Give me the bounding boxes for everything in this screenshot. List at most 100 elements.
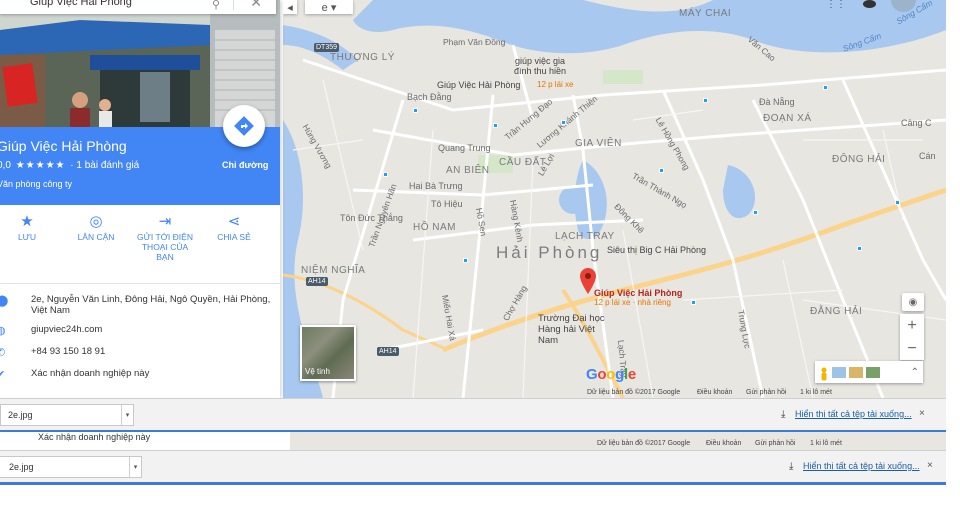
- zoom-control: + −: [900, 314, 924, 360]
- layer-terrain-icon[interactable]: [866, 366, 880, 378]
- save-label: LƯU: [17, 232, 37, 242]
- action-bar: ★ LƯU ◎ LÂN CẬN ⇥ GỬI TỚI ĐIỆN THOẠI CỦA…: [0, 212, 280, 276]
- directions-button[interactable]: [223, 105, 265, 147]
- search-input[interactable]: Giúp Việc Hải Phòng: [30, 0, 132, 8]
- district-label: LẠCH TRAY: [555, 231, 615, 242]
- bus-stop-icon: [823, 85, 828, 90]
- close-downloads-button[interactable]: ×: [927, 460, 933, 471]
- save-button[interactable]: ★ LƯU: [0, 212, 59, 242]
- terms-link: Điều khoản: [706, 440, 742, 447]
- street-label: Cảng C: [901, 118, 932, 128]
- bus-stop-icon: [463, 258, 468, 263]
- place-type[interactable]: Văn phòng công ty: [0, 179, 72, 189]
- street-label: Tôn Đức Thắng: [340, 213, 403, 223]
- phone-row[interactable]: ✆ +84 93 150 18 91: [0, 344, 280, 366]
- chevron-down-icon[interactable]: ▾: [129, 457, 141, 477]
- bus-stop-icon: [895, 200, 900, 205]
- account-avatar[interactable]: [863, 0, 876, 8]
- terms-link[interactable]: Điều khoản: [697, 389, 732, 396]
- expand-layers-icon[interactable]: ⌃: [911, 367, 919, 378]
- page-margin: [946, 0, 960, 520]
- zoom-out-button[interactable]: −: [900, 337, 924, 360]
- poi-label[interactable]: giúp việc gia đình thu hiền: [505, 56, 575, 76]
- send-to-phone-label: GỬI TỚI ĐIỆN THOẠI CỦA BẠN: [137, 232, 193, 262]
- map-attribution: Dữ liệu bản đồ ©2017 Google: [587, 389, 681, 396]
- show-all-downloads-link[interactable]: Hiển thị tất cả tệp tải xuống...: [803, 461, 920, 471]
- layer-traffic-icon[interactable]: [849, 366, 863, 378]
- my-location-button[interactable]: ◉: [902, 293, 924, 311]
- review-count-link[interactable]: · 1 bài đánh giá: [70, 160, 139, 171]
- district-label: ĐẰNG HẢI: [810, 306, 863, 317]
- road-shield: AH14: [306, 277, 328, 286]
- bus-stop-icon: [493, 123, 498, 128]
- poi-label[interactable]: Giúp Việc Hải Phòng: [437, 80, 520, 90]
- map-canvas[interactable]: ◂ e ▾ ⋮⋮ DT359 AH14 AH14 Sông Cấm Sông C…: [283, 0, 946, 398]
- send-to-phone-button[interactable]: ⇥ GỬI TỚI ĐIỆN THOẠI CỦA BẠN: [133, 212, 197, 262]
- street-label: Hai Bà Trưng: [409, 181, 463, 191]
- street-label: Bạch Đằng: [407, 92, 452, 102]
- map-attribution: Dữ liệu bản đồ ©2017 Google: [597, 440, 691, 447]
- download-item[interactable]: 2e.jpg ▾: [0, 456, 142, 478]
- map-scale-label: 1 ki lô mét: [810, 440, 842, 447]
- street-label: Đà Nẵng: [759, 97, 795, 107]
- downloads-bar: 2e.jpg ▾ ⤓ Hiển thị tất cả tệp tải xuống…: [0, 398, 946, 430]
- apps-grid-icon[interactable]: ⋮⋮: [826, 0, 846, 10]
- rating-stars: ★★★★★: [15, 160, 66, 171]
- underlying-window-strip: Xác nhận doanh nghiệp này Dữ liệu bản đồ…: [0, 430, 946, 450]
- district-label: HỒ NAM: [413, 222, 456, 233]
- collapse-panel-button[interactable]: ◂: [283, 0, 297, 14]
- download-item[interactable]: 2e.jpg ▾: [0, 404, 134, 426]
- nearby-button[interactable]: ◎ LÂN CẬN: [64, 212, 128, 242]
- district-label: NIỆM NGHĨA: [301, 265, 366, 276]
- verify-row[interactable]: ✔ Xác nhận doanh nghiệp này: [0, 366, 280, 388]
- bus-stop-icon: [857, 246, 862, 251]
- close-icon[interactable]: ✕: [250, 0, 262, 11]
- chevron-down-icon[interactable]: ▾: [121, 405, 133, 425]
- location-pin-icon: ⬤: [0, 295, 9, 307]
- place-info-list: ⬤ 2e, Nguyễn Văn Linh, Đông Hải, Ngô Quy…: [0, 292, 280, 388]
- share-icon: ⋖: [227, 213, 241, 230]
- directions-label[interactable]: Chỉ đường: [222, 160, 268, 170]
- send-to-phone-icon: ⇥: [158, 213, 172, 230]
- show-all-downloads-link[interactable]: Hiển thị tất cả tệp tải xuống...: [795, 409, 912, 419]
- bus-stop-icon: [413, 108, 418, 113]
- bus-stop-icon: [691, 300, 696, 305]
- directions-icon: [234, 116, 254, 136]
- nearby-label: LÂN CẬN: [77, 232, 115, 242]
- poi-label[interactable]: Trường Đại học Hàng hải Việt Nam: [538, 313, 608, 346]
- bus-stop-icon: [659, 168, 664, 173]
- bus-stop-icon: [383, 172, 388, 177]
- website-text[interactable]: giupviec24h.com: [31, 324, 271, 335]
- place-header: Giúp Việc Hải Phòng 0,0 ★★★★★ · 1 bài đá…: [0, 105, 280, 205]
- verify-text[interactable]: Xác nhận doanh nghiệp này: [31, 368, 271, 379]
- poi-label[interactable]: Siêu thị Big C Hải Phòng: [607, 245, 706, 255]
- globe-icon: ◍: [0, 325, 6, 337]
- downloads-bar: 2e.jpg ▾ ⤓ Hiển thị tất cả tệp tải xuống…: [0, 450, 946, 482]
- layer-transit-icon[interactable]: [832, 366, 846, 378]
- search-box[interactable]: Giúp Việc Hải Phòng ⚲ ✕: [0, 0, 276, 14]
- poi-subtitle: 12 p lái xe: [537, 80, 574, 89]
- download-filename: 2e.jpg: [8, 410, 33, 420]
- address-row[interactable]: ⬤ 2e, Nguyễn Văn Linh, Đông Hải, Ngô Quy…: [0, 292, 280, 322]
- pegman-icon[interactable]: [819, 367, 829, 380]
- search-icon[interactable]: ⚲: [212, 0, 220, 11]
- phone-text[interactable]: +84 93 150 18 91: [31, 346, 271, 357]
- download-filename: 2e.jpg: [9, 462, 34, 472]
- share-button[interactable]: ⋖ CHIA SẺ: [202, 212, 266, 242]
- pin-label[interactable]: Giúp Việc Hải Phòng: [594, 288, 682, 298]
- district-label: ĐOẠN XÁ: [763, 113, 812, 124]
- street-label: Quang Trung: [438, 143, 491, 153]
- website-row[interactable]: ◍ giupviec24h.com: [0, 322, 280, 344]
- download-icon: ⤓: [781, 409, 786, 420]
- district-label: MÁY CHAI: [679, 8, 732, 19]
- satellite-toggle[interactable]: Vệ tinh: [300, 325, 356, 381]
- feedback-link: Gửi phản hồi: [755, 440, 796, 447]
- close-downloads-button[interactable]: ×: [919, 408, 925, 419]
- address-text: 2e, Nguyễn Văn Linh, Đông Hải, Ngô Quyền…: [31, 294, 271, 316]
- street-label: Tô Hiệu: [431, 199, 463, 209]
- google-logo: Google: [586, 366, 636, 383]
- feedback-link[interactable]: Gửi phản hồi: [746, 389, 787, 396]
- road-shield: AH14: [377, 347, 399, 356]
- map-mode-dropdown[interactable]: e ▾: [305, 0, 353, 14]
- zoom-in-button[interactable]: +: [900, 314, 924, 337]
